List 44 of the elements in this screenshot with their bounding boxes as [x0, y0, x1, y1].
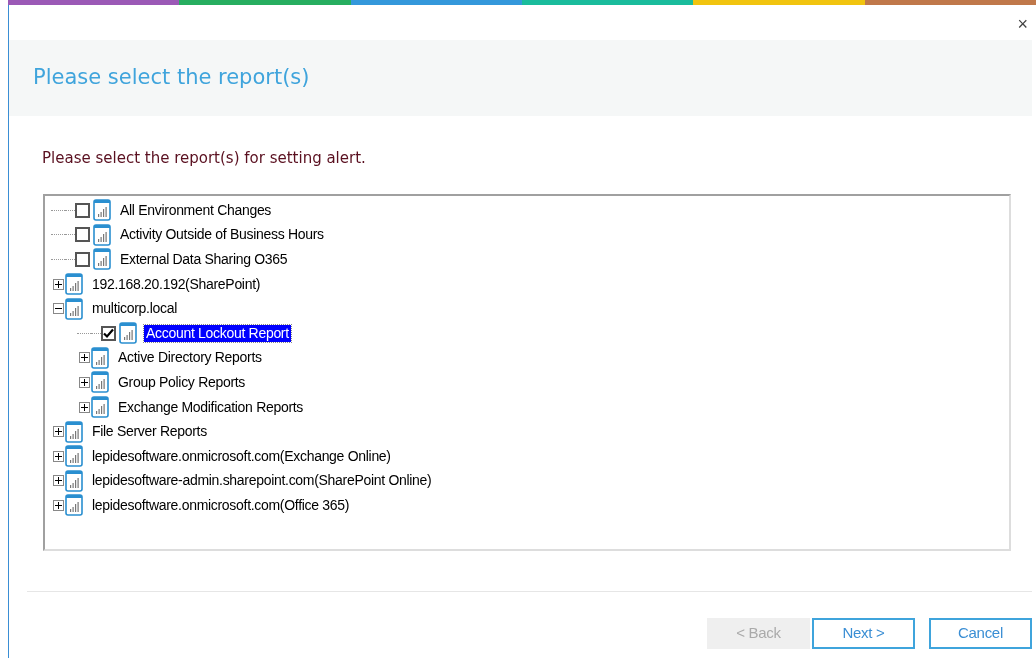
- tree-item[interactable]: External Data Sharing O365: [118, 251, 290, 268]
- tree-item[interactable]: lepidesoftware-admin.sharepoint.com(SharePoint Online): [90, 472, 434, 490]
- report-icon: [93, 223, 111, 246]
- tree-item[interactable]: File Server Reports: [90, 423, 209, 441]
- checkbox[interactable]: [75, 252, 90, 267]
- checkbox[interactable]: [101, 325, 116, 341]
- report-icon: [65, 420, 83, 443]
- tree-item[interactable]: Exchange Modification Reports: [116, 398, 306, 416]
- tree-item[interactable]: Group Policy Reports: [116, 373, 248, 391]
- expand-toggle[interactable]: [52, 278, 64, 290]
- expand-toggle[interactable]: [52, 499, 64, 511]
- close-button[interactable]: ×: [1017, 15, 1028, 33]
- collapse-toggle[interactable]: [52, 303, 64, 315]
- tree-item[interactable]: Activity Outside of Business Hours: [118, 226, 326, 244]
- report-icon: [65, 445, 83, 468]
- report-icon: [65, 469, 83, 492]
- tree-item[interactable]: lepidesoftware.onmicrosoft.com(Exchange Online): [90, 447, 393, 465]
- report-icon: [119, 322, 137, 345]
- report-icon: [91, 346, 109, 369]
- expand-toggle[interactable]: [78, 376, 90, 388]
- expand-toggle[interactable]: [52, 450, 64, 462]
- report-icon: [93, 248, 111, 271]
- checkbox[interactable]: [75, 227, 90, 243]
- report-icon: [91, 396, 109, 419]
- tree-item[interactable]: 192.168.20.192(SharePoint): [90, 275, 263, 293]
- report-icon: [93, 199, 111, 222]
- report-icon: [91, 371, 109, 394]
- checkbox[interactable]: [75, 202, 90, 218]
- wizard-button[interactable]: Cancel: [929, 618, 1032, 649]
- tree-item[interactable]: lepidesoftware.onmicrosoft.com(Office 365): [90, 496, 352, 514]
- instruction-text: Please select the report(s) for setting alert.: [42, 149, 366, 167]
- expand-toggle[interactable]: [52, 475, 64, 487]
- page-title: Please select the report(s): [33, 64, 310, 92]
- report-icon: [65, 297, 83, 320]
- tree-item[interactable]: Account Lockout Report: [144, 324, 291, 342]
- tree-item[interactable]: multicorp.local: [90, 300, 179, 318]
- wizard-button[interactable]: Next >: [812, 618, 915, 649]
- report-icon: [65, 273, 83, 296]
- expand-toggle[interactable]: [78, 401, 90, 413]
- report-icon: [65, 494, 83, 517]
- tree-item[interactable]: All Environment Changes: [118, 201, 274, 219]
- expand-toggle[interactable]: [52, 426, 64, 438]
- tree-item[interactable]: Active Directory Reports: [116, 349, 264, 367]
- expand-toggle[interactable]: [78, 352, 90, 364]
